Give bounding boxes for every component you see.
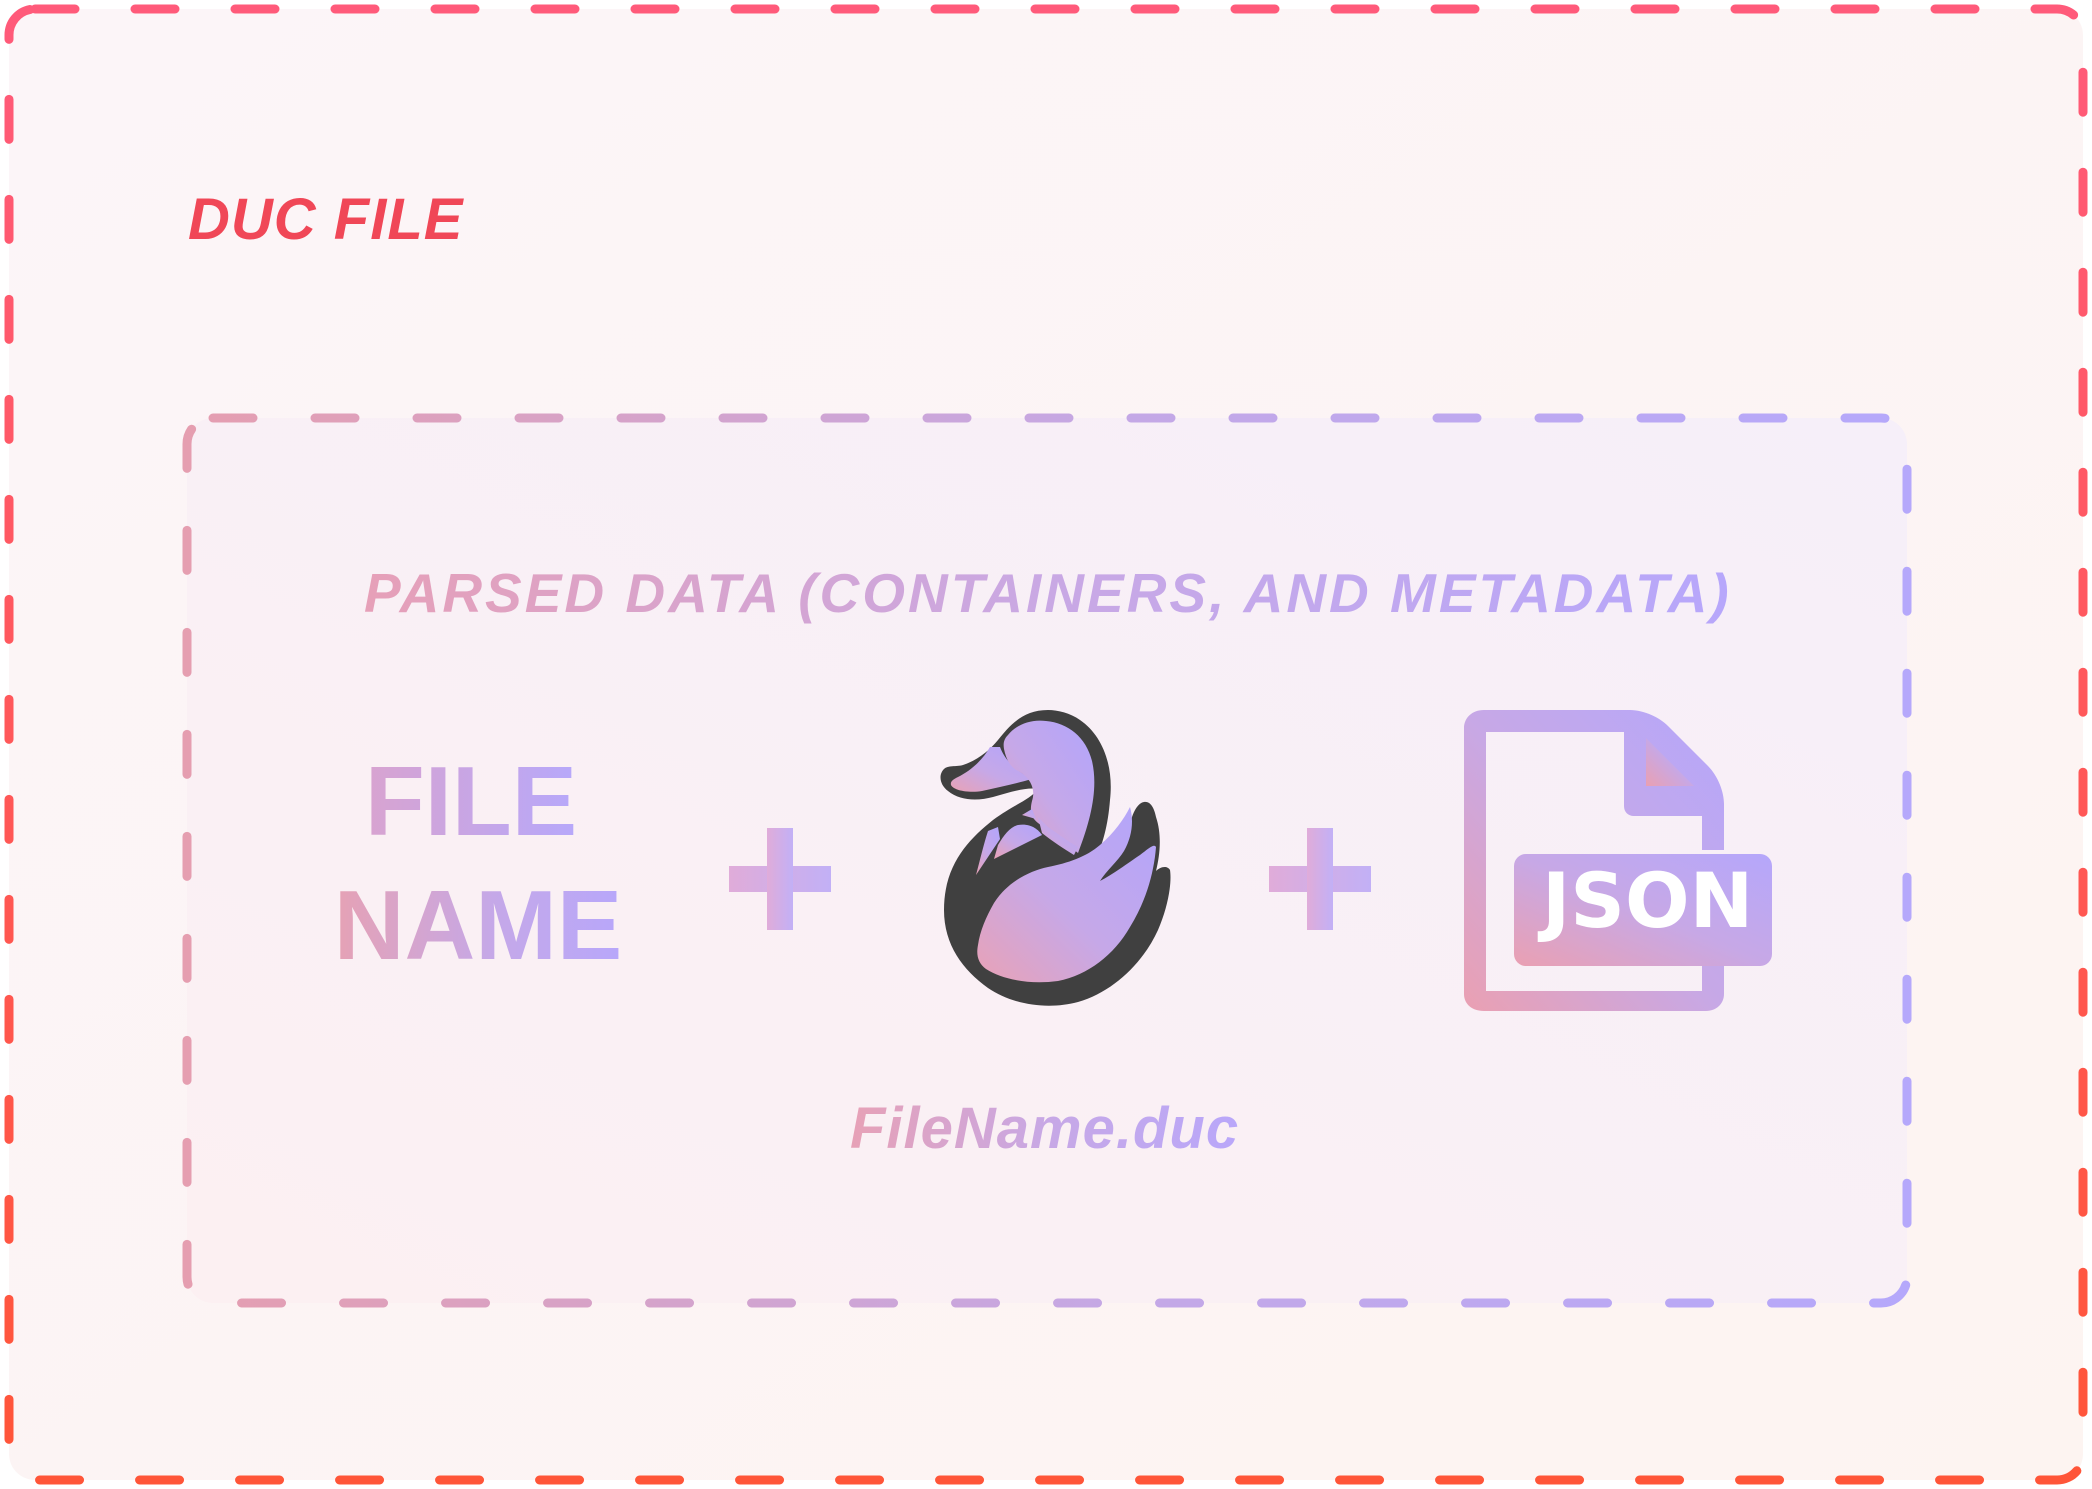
- file-name-label-line2: NAME: [328, 876, 628, 974]
- outer-container-title: DUC FILE: [188, 187, 464, 252]
- plus-icon: [729, 828, 831, 930]
- output-filename: FileName.duc: [850, 1095, 1250, 1162]
- plus-icon: [1269, 828, 1371, 930]
- file-name-label-line1: FILE: [362, 752, 580, 850]
- json-icon-label: JSON: [1542, 856, 1754, 945]
- duck-logo-icon: [940, 710, 1171, 1006]
- diagram-canvas: DUC FILE PARSED DATA (CONTAINERS, AND ME…: [0, 0, 2092, 1489]
- inner-container-title: PARSED DATA (CONTAINERS, AND METADATA): [364, 562, 1732, 624]
